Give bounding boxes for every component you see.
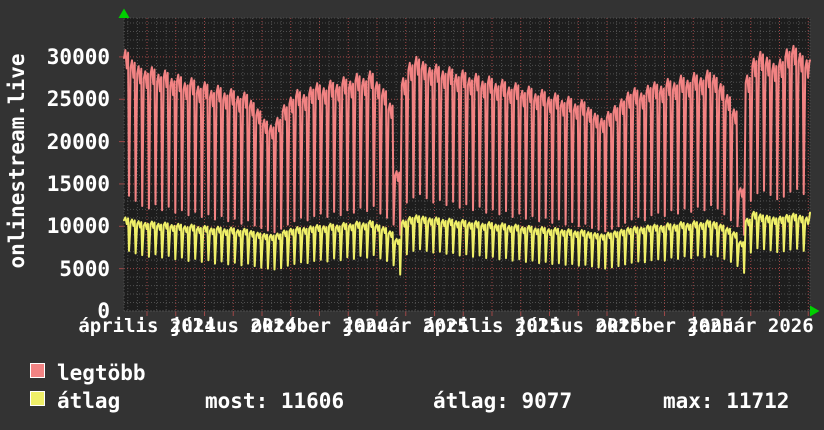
y-axis-tick-label: 25000 bbox=[46, 87, 110, 112]
y-axis-tick-label: 5000 bbox=[59, 256, 110, 281]
stat-max-label: max: bbox=[663, 389, 714, 413]
rrd-graph: onlinestream.live 0 5000 10000 15000 20000 25… bbox=[0, 0, 824, 430]
stat-atlag-label: átlag: bbox=[433, 389, 509, 413]
stat-atlag-value: 9077 bbox=[521, 389, 573, 413]
stat-most: most: 11606 bbox=[205, 389, 344, 413]
x-axis-tick-label: január 2026 bbox=[687, 315, 814, 337]
stat-most-label: most: bbox=[205, 389, 269, 413]
y-axis-tick-label: 10000 bbox=[46, 214, 110, 239]
legend-swatch-legtobb bbox=[30, 363, 45, 378]
y-axis-tick-label: 20000 bbox=[46, 129, 110, 154]
y-axis-arrow-icon bbox=[118, 8, 130, 18]
legend-swatch-atlag bbox=[30, 391, 45, 406]
stat-atlag: átlag: 9077 bbox=[433, 389, 572, 413]
legend-label-legtobb: legtöbb bbox=[57, 361, 146, 385]
y-axis-tick-label: 15000 bbox=[46, 171, 110, 196]
legend-label-atlag: átlag bbox=[57, 389, 121, 413]
y-axis-tick-label: 30000 bbox=[46, 44, 110, 69]
stat-max-value: 11712 bbox=[726, 389, 790, 413]
stat-max: max: 11712 bbox=[663, 389, 789, 413]
stat-most-value: 11606 bbox=[280, 389, 345, 413]
